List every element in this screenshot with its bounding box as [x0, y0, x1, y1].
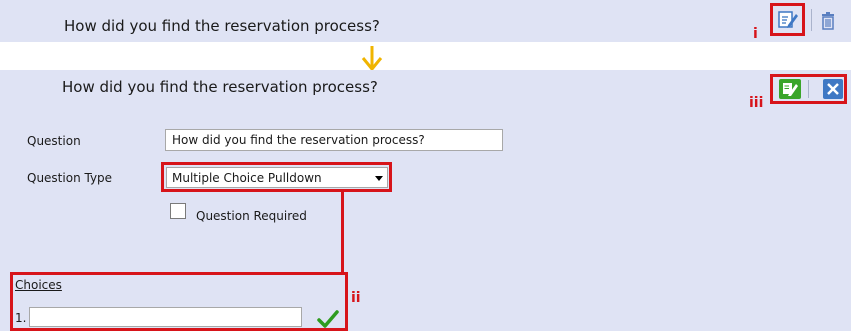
annotation-i: i — [753, 26, 758, 42]
choice-1-input[interactable] — [29, 307, 302, 327]
edit-icon[interactable] — [777, 8, 799, 30]
checkmark-icon — [317, 310, 339, 329]
trash-icon[interactable] — [820, 9, 836, 31]
question-required-label: Question Required — [196, 209, 307, 223]
close-icon[interactable] — [823, 79, 843, 99]
icon-divider — [808, 80, 809, 98]
question-text-expanded: How did you find the reservation process… — [62, 78, 378, 96]
question-label: Question — [27, 134, 81, 148]
question-text-collapsed: How did you find the reservation process… — [64, 17, 380, 35]
save-icon[interactable] — [779, 79, 801, 99]
choices-label: Choices — [15, 278, 62, 292]
question-required-checkbox[interactable] — [170, 203, 186, 219]
question-type-label: Question Type — [27, 171, 113, 185]
annotation-ii: ii — [351, 290, 361, 306]
annotation-box-ii-select — [161, 162, 392, 192]
arrow-down-icon — [360, 44, 384, 72]
annotation-iii: iii — [749, 95, 764, 111]
icon-divider — [811, 9, 812, 31]
annotation-connector-line — [341, 192, 344, 274]
choice-number: 1. — [15, 311, 27, 325]
question-input[interactable]: How did you find the reservation process… — [165, 129, 503, 151]
